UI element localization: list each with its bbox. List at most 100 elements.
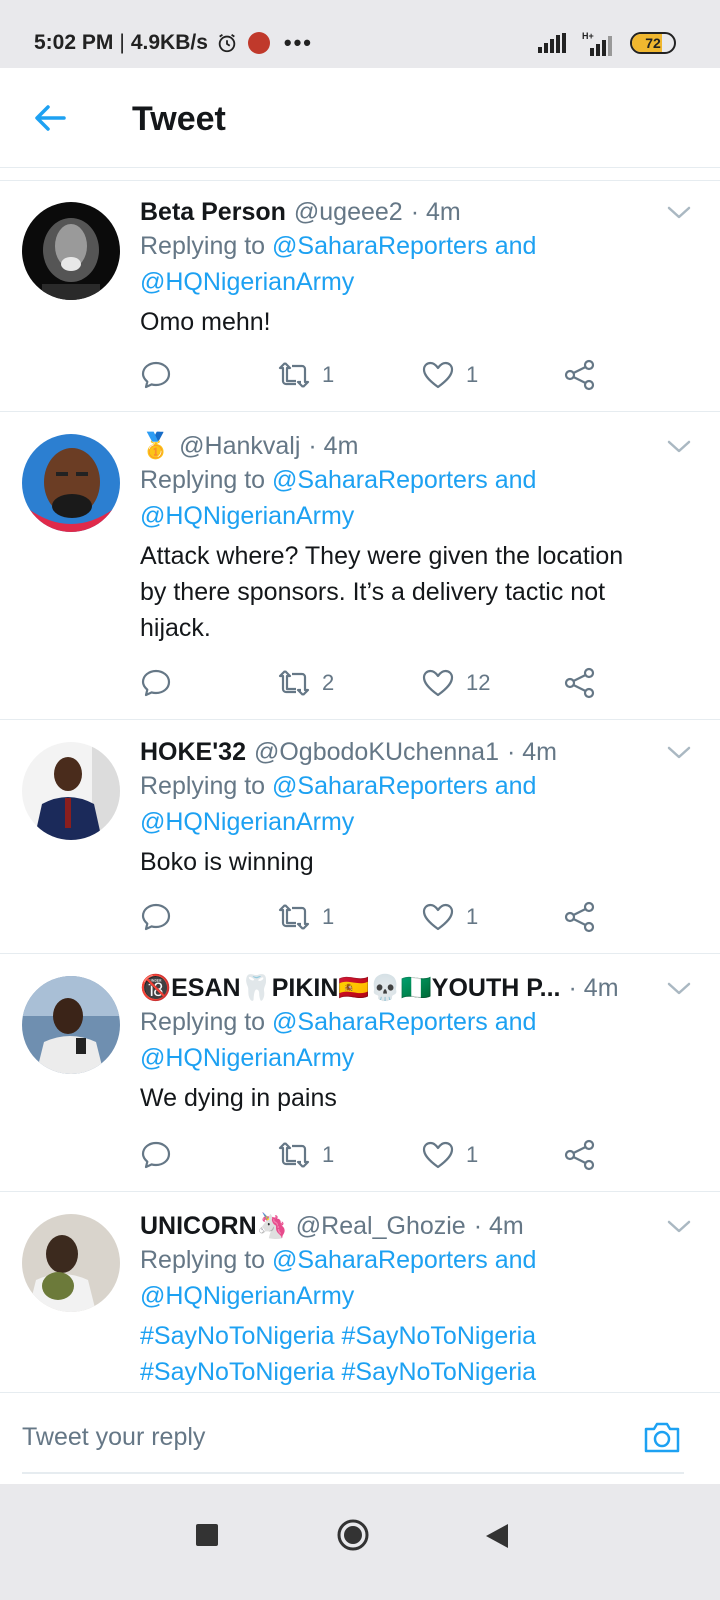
like-button[interactable]: 1 <box>422 900 478 934</box>
reply-button[interactable] <box>140 358 172 392</box>
mention-link[interactable]: @HQNigerianArmy <box>140 808 354 836</box>
back-nav-icon[interactable] <box>486 1524 508 1548</box>
replying-to-label: Replying to <box>140 1246 266 1274</box>
replying-to-label: Replying to <box>140 1008 266 1036</box>
mention-link[interactable]: @SaharaReporters and <box>272 466 536 494</box>
status-separator: | <box>119 31 125 54</box>
chevron-down-icon[interactable] <box>666 1216 692 1236</box>
tweet-reply[interactable]: 🔞ESAN🦷PIKIN🇪🇸💀🇳🇬YOUTH P... · 4m Replying… <box>0 954 720 1192</box>
display-name[interactable]: 🔞ESAN🦷PIKIN🇪🇸💀🇳🇬YOUTH P... <box>140 972 561 1004</box>
speech-bubble-icon <box>141 361 171 389</box>
tweet-header: HOKE'32 @OgbodoKUchenna1 · 4m <box>140 736 692 768</box>
reply-button[interactable] <box>140 900 172 934</box>
like-button[interactable]: 12 <box>422 666 490 700</box>
user-handle[interactable]: @Real_Ghozie <box>296 1210 466 1242</box>
user-handle[interactable]: @ugeee2 <box>294 196 403 228</box>
retweet-button[interactable]: 1 <box>278 358 334 392</box>
chevron-down-icon[interactable] <box>666 978 692 998</box>
display-name[interactable]: 🥇 <box>140 430 171 462</box>
tweet-reply[interactable]: UNICORN🦄 @Real_Ghozie · 4m Replying to @… <box>0 1192 720 1392</box>
reply-button[interactable] <box>140 666 172 700</box>
replying-to: Replying to @SaharaReporters and @HQNige… <box>140 768 692 840</box>
user-handle[interactable]: @OgbodoKUchenna1 <box>254 736 499 768</box>
replying-to: Replying to @SaharaReporters and @HQNige… <box>140 462 692 534</box>
like-button[interactable]: 1 <box>422 1138 478 1172</box>
tweet-time: · 4m <box>308 432 359 460</box>
mention-link[interactable]: @HQNigerianArmy <box>140 268 354 296</box>
tweet-text: Boko is winning <box>140 848 314 876</box>
tweet-actions: 1 1 <box>140 1138 620 1172</box>
retweet-button[interactable]: 1 <box>278 900 334 934</box>
heart-icon <box>422 903 454 931</box>
tweet-reply[interactable]: Beta Person @ugeee2 · 4m Replying to @Sa… <box>0 182 720 412</box>
mention-link[interactable]: @HQNigerianArmy <box>140 1282 354 1310</box>
mention-link[interactable]: @SaharaReporters and <box>272 772 536 800</box>
share-icon <box>564 359 595 391</box>
header-divider <box>0 168 720 181</box>
heart-icon <box>422 361 454 389</box>
tweet-text-line: Attack where? They were given the locati… <box>140 542 624 570</box>
mention-link[interactable]: @SaharaReporters and <box>272 232 536 260</box>
avatar[interactable] <box>22 1214 120 1312</box>
chevron-down-icon[interactable] <box>666 436 692 456</box>
chevron-down-icon[interactable] <box>666 742 692 762</box>
chevron-down-icon[interactable] <box>666 202 692 222</box>
display-name[interactable]: HOKE'32 <box>140 736 246 768</box>
mobile-data-icon: H+ <box>582 31 612 56</box>
share-button[interactable] <box>564 666 596 700</box>
heart-icon <box>422 669 454 697</box>
tweet-text-line: hijack. <box>140 614 211 642</box>
avatar[interactable] <box>22 202 120 300</box>
camera-icon[interactable] <box>642 1419 682 1455</box>
tweet-text: Attack where? They were given the locati… <box>140 538 692 646</box>
avatar[interactable] <box>22 434 120 532</box>
arrow-left-icon[interactable] <box>28 96 72 140</box>
mention-link[interactable]: @SaharaReporters and <box>272 1008 536 1036</box>
tweet-body: 🥇 @Hankvalj · 4m Replying to @SaharaRepo… <box>140 430 692 646</box>
like-button[interactable]: 1 <box>422 358 478 392</box>
replying-to-label: Replying to <box>140 466 266 494</box>
tweet-header: 🥇 @Hankvalj · 4m <box>140 430 692 462</box>
tweet-actions: 1 1 <box>140 900 620 934</box>
share-button[interactable] <box>564 1138 596 1172</box>
share-button[interactable] <box>564 358 596 392</box>
avatar[interactable] <box>22 976 120 1074</box>
mention-link[interactable]: @HQNigerianArmy <box>140 1044 354 1072</box>
tweet-reply[interactable]: HOKE'32 @OgbodoKUchenna1 · 4m Replying t… <box>0 720 720 954</box>
hashtag-link[interactable]: #SayNoToNigeria #SayNoToNigeria <box>140 1354 692 1390</box>
hashtag-link[interactable]: #SayNoToNigeria #SayNoToNigeria <box>140 1318 692 1354</box>
reply-button[interactable] <box>140 1138 172 1172</box>
share-button[interactable] <box>564 900 596 934</box>
avatar[interactable] <box>22 742 120 840</box>
tweet-header: Beta Person @ugeee2 · 4m <box>140 196 692 228</box>
like-count: 1 <box>466 362 479 387</box>
tweet-text-line: by there sponsors. It’s a delivery tacti… <box>140 578 606 606</box>
mention-link[interactable]: @HQNigerianArmy <box>140 502 354 530</box>
avatar-image <box>22 202 120 300</box>
status-right: H+ 72 <box>538 30 676 56</box>
retweet-button[interactable]: 1 <box>278 1138 334 1172</box>
page-title: Tweet <box>132 100 226 138</box>
display-name[interactable]: Beta Person <box>140 196 286 228</box>
user-handle[interactable]: @Hankvalj <box>179 430 300 462</box>
tweet-reply[interactable]: 🥇 @Hankvalj · 4m Replying to @SaharaRepo… <box>0 412 720 720</box>
display-name[interactable]: UNICORN🦄 <box>140 1210 288 1242</box>
retweet-button[interactable]: 2 <box>278 666 334 700</box>
avatar-image <box>22 742 120 840</box>
share-icon <box>564 1139 595 1171</box>
tweet-header: 🔞ESAN🦷PIKIN🇪🇸💀🇳🇬YOUTH P... · 4m <box>140 972 692 1004</box>
battery-indicator: 72 <box>630 32 676 54</box>
recent-apps-icon[interactable] <box>196 1524 218 1546</box>
replying-to: Replying to @SaharaReporters and @HQNige… <box>140 1004 692 1076</box>
avatar-image <box>22 1214 120 1312</box>
reply-input[interactable]: Tweet your reply <box>22 1423 205 1452</box>
status-left: 5:02 PM | 4.9KB/s ••• <box>34 30 313 56</box>
replying-to: Replying to @SaharaReporters and @HQNige… <box>140 1242 692 1314</box>
home-icon[interactable] <box>336 1518 370 1552</box>
like-count: 12 <box>466 670 491 695</box>
system-nav-bar <box>0 1484 720 1600</box>
mention-link[interactable]: @SaharaReporters and <box>272 1246 536 1274</box>
retweet-count: 2 <box>322 670 335 695</box>
retweet-icon <box>278 362 310 388</box>
tweet-time: · 4m <box>568 974 619 1002</box>
